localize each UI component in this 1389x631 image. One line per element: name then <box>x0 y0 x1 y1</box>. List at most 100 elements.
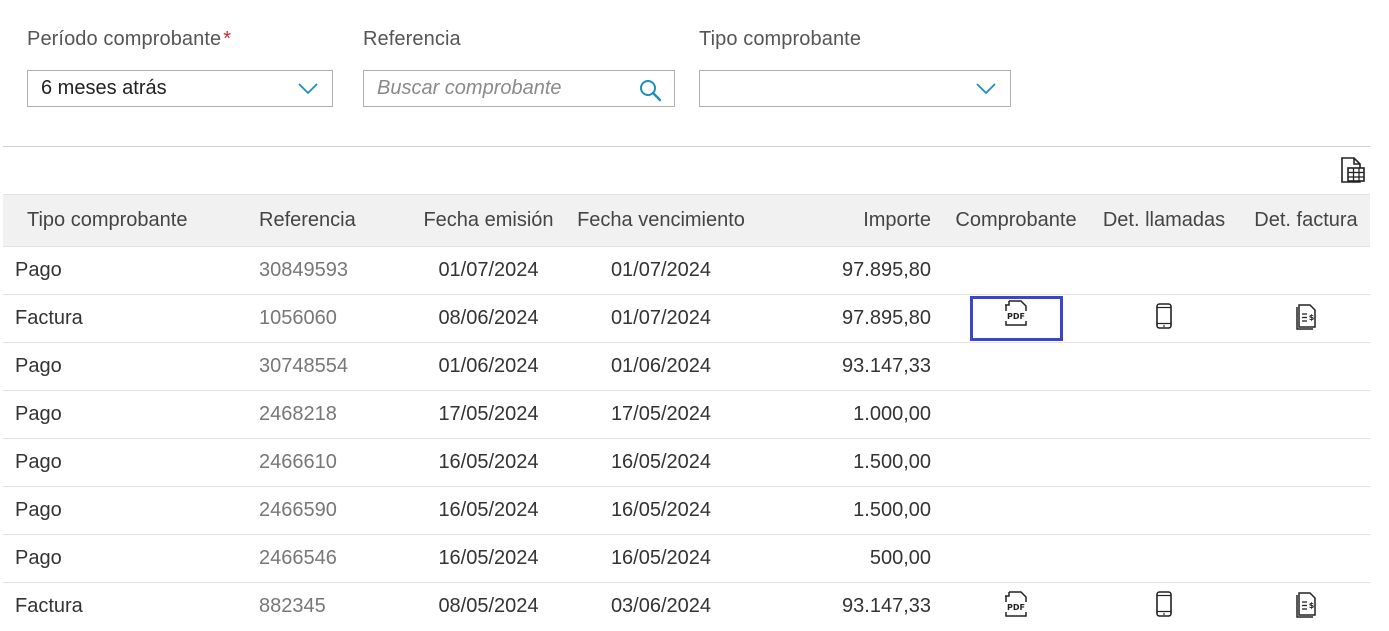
cell-importe: 500,00 <box>869 547 931 569</box>
tipo-select[interactable] <box>699 70 1011 107</box>
table-header-row: Tipo comprobante Referencia Fecha emisió… <box>3 194 1370 247</box>
cell-referencia: 30849593 <box>259 259 348 281</box>
referencia-search-field <box>363 70 675 107</box>
cell-importe: 97.895,80 <box>842 259 931 281</box>
svg-text:PDF: PDF <box>1007 603 1025 612</box>
invoice-detail-icon[interactable]: $ <box>1293 302 1319 336</box>
cell-tipo: Pago <box>15 451 62 473</box>
table-row[interactable]: Factura 1056060 08/06/2024 01/07/2024 97.895… <box>3 294 1370 343</box>
cell-det-factura <box>1242 535 1370 583</box>
cell-tipo: Pago <box>15 403 62 425</box>
cell-importe: 1.500,00 <box>853 451 931 473</box>
table-row[interactable]: Pago 2466590 16/05/2024 16/05/2024 1.500,00 <box>3 486 1370 535</box>
cell-fecha-emision: 01/06/2024 <box>438 355 539 377</box>
cell-comprobante: PDF <box>946 295 1086 343</box>
cell-comprobante <box>946 535 1086 583</box>
cell-det-llamadas <box>1086 535 1242 583</box>
cell-fecha-emision: 16/05/2024 <box>438 547 539 569</box>
cell-comprobante <box>946 391 1086 439</box>
cell-det-factura: $ <box>1242 295 1370 343</box>
excel-export-icon[interactable] <box>1337 156 1367 186</box>
chevron-down-icon <box>976 83 996 95</box>
col-header-det-llamadas: Det. llamadas <box>1102 209 1226 231</box>
cell-fecha-emision: 16/05/2024 <box>438 499 539 521</box>
cell-det-llamadas <box>1086 391 1242 439</box>
cell-comprobante <box>946 343 1086 391</box>
col-header-fecha-emision[interactable]: Fecha emisión <box>402 195 575 247</box>
cell-det-llamadas <box>1086 295 1242 343</box>
cell-det-factura <box>1242 391 1370 439</box>
cell-referencia: 2466546 <box>259 547 337 569</box>
pdf-icon[interactable]: PDF <box>1002 299 1030 341</box>
divider <box>3 146 1370 147</box>
col-header-referencia[interactable]: Referencia <box>256 195 402 247</box>
cell-importe: 97.895,80 <box>842 307 931 329</box>
cell-referencia: 2466590 <box>259 499 337 521</box>
svg-text:$: $ <box>1309 601 1315 610</box>
mobile-phone-icon[interactable] <box>1154 590 1174 624</box>
chevron-down-icon <box>298 83 318 95</box>
cell-det-llamadas <box>1086 247 1242 295</box>
cell-tipo: Pago <box>15 355 62 377</box>
periodo-label: Período comprobante * <box>27 28 231 51</box>
table-row[interactable]: Pago 2466546 16/05/2024 16/05/2024 500,00 <box>3 534 1370 583</box>
mobile-phone-icon[interactable] <box>1154 302 1174 336</box>
cell-importe: 1.000,00 <box>853 403 931 425</box>
periodo-select[interactable]: 6 meses atrás <box>27 70 333 107</box>
cell-referencia: 1056060 <box>259 307 337 329</box>
cell-fecha-emision: 08/05/2024 <box>438 595 539 618</box>
cell-det-factura <box>1242 247 1370 295</box>
cell-comprobante <box>946 487 1086 535</box>
cell-fecha-vencimiento: 03/06/2024 <box>610 595 712 618</box>
invoice-detail-icon[interactable]: $ <box>1293 590 1319 624</box>
pdf-download-button[interactable]: PDF <box>969 296 1063 341</box>
table-row[interactable]: Factura 882345 08/05/2024 03/06/2024 93.147,… <box>3 582 1370 631</box>
table-row[interactable]: Pago 2466610 16/05/2024 16/05/2024 1.500,00 <box>3 438 1370 487</box>
cell-importe: 1.500,00 <box>853 499 931 521</box>
cell-det-factura <box>1242 439 1370 487</box>
cell-comprobante <box>946 247 1086 295</box>
periodo-label-text: Período comprobante <box>27 28 222 50</box>
cell-fecha-emision: 16/05/2024 <box>438 451 539 473</box>
cell-tipo: Factura <box>15 307 83 329</box>
cell-importe: 93.147,33 <box>842 595 931 618</box>
referencia-label: Referencia <box>363 28 461 50</box>
col-header-tipo[interactable]: Tipo comprobante <box>3 195 256 247</box>
cell-referencia: 30748554 <box>259 355 348 377</box>
col-header-importe[interactable]: Importe <box>747 195 946 247</box>
cell-fecha-vencimiento: 16/05/2024 <box>610 451 712 473</box>
cell-referencia: 2466610 <box>259 451 337 473</box>
cell-det-factura <box>1242 343 1370 391</box>
periodo-select-value: 6 meses atrás <box>41 77 167 99</box>
svg-text:PDF: PDF <box>1007 312 1025 321</box>
cell-det-factura <box>1242 487 1370 535</box>
cell-det-llamadas <box>1086 487 1242 535</box>
search-icon[interactable] <box>638 78 662 102</box>
table-body: Pago 30849593 01/07/2024 01/07/2024 97.895,8… <box>3 246 1370 631</box>
table-row[interactable]: Pago 30748554 01/06/2024 01/06/2024 93.147,3… <box>3 342 1370 391</box>
cell-fecha-vencimiento: 16/05/2024 <box>610 547 712 569</box>
pdf-icon[interactable]: PDF <box>1002 590 1030 624</box>
cell-tipo: Pago <box>15 499 62 521</box>
table-row[interactable]: Pago 30849593 01/07/2024 01/07/2024 97.895,8… <box>3 246 1370 295</box>
cell-fecha-emision: 01/07/2024 <box>438 259 539 281</box>
search-input[interactable] <box>364 71 674 106</box>
cell-fecha-vencimiento: 01/06/2024 <box>610 355 712 377</box>
cell-importe: 93.147,33 <box>842 355 931 377</box>
required-mark: * <box>223 28 232 50</box>
col-header-det-factura: Det. factura <box>1254 209 1358 231</box>
cell-fecha-emision: 17/05/2024 <box>438 403 539 425</box>
table-row[interactable]: Pago 2468218 17/05/2024 17/05/2024 1.000,00 <box>3 390 1370 439</box>
cell-tipo: Factura <box>15 595 83 618</box>
col-header-fecha-vencimiento[interactable]: Fecha vencimiento <box>575 195 747 247</box>
cell-tipo: Pago <box>15 259 62 281</box>
cell-det-llamadas <box>1086 583 1242 631</box>
cell-fecha-vencimiento: 01/07/2024 <box>610 307 712 329</box>
cell-comprobante <box>946 439 1086 487</box>
filters-bar: Período comprobante * 6 meses atrás Refer… <box>0 0 1389 146</box>
svg-text:$: $ <box>1309 313 1315 322</box>
cell-det-llamadas <box>1086 343 1242 391</box>
cell-fecha-emision: 08/06/2024 <box>438 307 539 329</box>
cell-fecha-vencimiento: 01/07/2024 <box>610 259 712 281</box>
cell-det-factura: $ <box>1242 583 1370 631</box>
